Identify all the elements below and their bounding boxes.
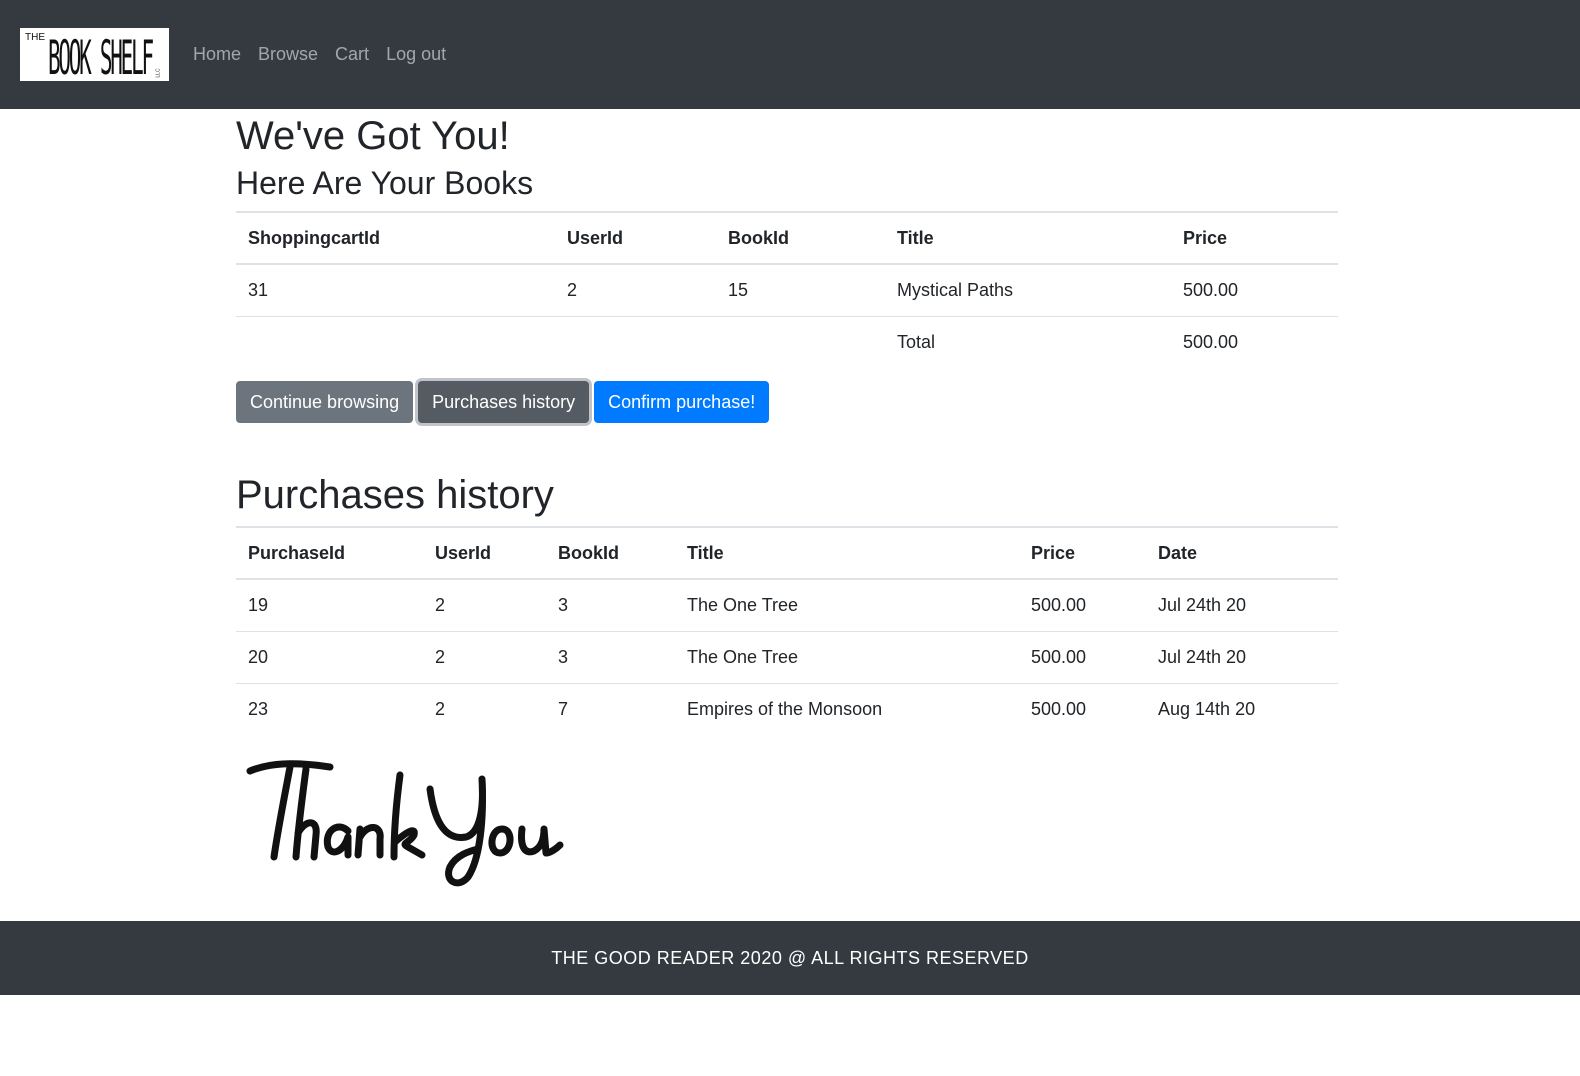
- nav-logout-link[interactable]: Log out: [386, 44, 446, 65]
- table-cell: 23: [236, 683, 423, 735]
- table-cell: 2: [423, 578, 546, 632]
- cart-col-header: UserId: [555, 211, 716, 265]
- table-cell: Aug 14th 20: [1146, 683, 1338, 735]
- cart-header-row: ShoppingcartId UserId BookId Title Price: [236, 211, 1338, 265]
- table-cell: 7: [546, 683, 675, 735]
- cart-table: ShoppingcartId UserId BookId Title Price…: [236, 211, 1338, 368]
- thank-you-image: [246, 760, 564, 887]
- cart-col-header: BookId: [716, 211, 885, 265]
- total-label: Total: [885, 316, 1171, 368]
- nav-home-link[interactable]: Home: [193, 44, 241, 65]
- total-row: Total 500.00: [236, 316, 1338, 368]
- history-title: Purchases history: [236, 473, 554, 517]
- cart-actions: Continue browsing Purchases history Conf…: [236, 381, 770, 423]
- purchases-history-button[interactable]: Purchases history: [418, 381, 590, 423]
- history-col-header: UserId: [423, 526, 546, 580]
- history-col-header: Title: [675, 526, 1019, 580]
- navbar: THE BOOK SHELF LLC Home Browse Cart Log …: [0, 0, 1580, 109]
- page-title: We've Got You!: [236, 114, 510, 158]
- footer-text: THE GOOD READER 2020 @ ALL RIGHTS RESERV…: [551, 947, 1029, 968]
- history-col-header: Price: [1019, 526, 1146, 580]
- logo[interactable]: THE BOOK SHELF LLC: [20, 28, 169, 81]
- table-cell: 2: [423, 631, 546, 684]
- table-row: 19 2 3 The One Tree 500.00 Jul 24th 20: [236, 578, 1338, 632]
- history-table: PurchaseId UserId BookId Title Price Dat…: [236, 526, 1338, 735]
- table-cell: Jul 24th 20: [1146, 631, 1338, 684]
- total-value: 500.00: [1171, 316, 1338, 368]
- nav-browse-link[interactable]: Browse: [258, 44, 318, 65]
- table-cell: 500.00: [1019, 631, 1146, 684]
- empty-cell: [716, 316, 885, 368]
- table-cell: 31: [236, 263, 555, 317]
- table-cell: 15: [716, 263, 885, 317]
- history-col-header: Date: [1146, 526, 1338, 580]
- cart-col-header: Price: [1171, 211, 1338, 265]
- cart-col-header: Title: [885, 211, 1171, 265]
- table-cell: The One Tree: [675, 631, 1019, 684]
- logo-main: BOOK SHELF: [48, 30, 154, 81]
- table-row: 31 2 15 Mystical Paths 500.00: [236, 263, 1338, 317]
- history-col-header: PurchaseId: [236, 526, 423, 580]
- history-header-row: PurchaseId UserId BookId Title Price Dat…: [236, 526, 1338, 580]
- continue-browsing-button[interactable]: Continue browsing: [236, 381, 414, 423]
- table-cell: 3: [546, 578, 675, 632]
- logo-llc: LLC: [155, 68, 162, 78]
- table-cell: The One Tree: [675, 578, 1019, 632]
- empty-cell: [555, 316, 716, 368]
- table-cell: 500.00: [1019, 683, 1146, 735]
- table-row: 20 2 3 The One Tree 500.00 Jul 24th 20: [236, 631, 1338, 684]
- nav-cart-link[interactable]: Cart: [335, 44, 369, 65]
- table-cell: 500.00: [1019, 578, 1146, 632]
- table-cell: Empires of the Monsoon: [675, 683, 1019, 735]
- history-col-header: BookId: [546, 526, 675, 580]
- confirm-purchase-button[interactable]: Confirm purchase!: [594, 381, 770, 423]
- table-cell: Jul 24th 20: [1146, 578, 1338, 632]
- page-subtitle: Here Are Your Books: [236, 165, 534, 201]
- footer: THE GOOD READER 2020 @ ALL RIGHTS RESERV…: [0, 921, 1580, 995]
- table-cell: 19: [236, 578, 423, 632]
- table-row: 23 2 7 Empires of the Monsoon 500.00 Aug…: [236, 683, 1338, 735]
- table-cell: 2: [555, 263, 716, 317]
- cart-col-header: ShoppingcartId: [236, 211, 555, 265]
- table-cell: 500.00: [1171, 263, 1338, 317]
- empty-cell: [236, 316, 555, 368]
- table-cell: 2: [423, 683, 546, 735]
- logo-the: THE: [25, 32, 45, 43]
- table-cell: Mystical Paths: [885, 263, 1171, 317]
- nav-links: Home Browse Cart Log out: [193, 44, 446, 65]
- table-cell: 20: [236, 631, 423, 684]
- table-cell: 3: [546, 631, 675, 684]
